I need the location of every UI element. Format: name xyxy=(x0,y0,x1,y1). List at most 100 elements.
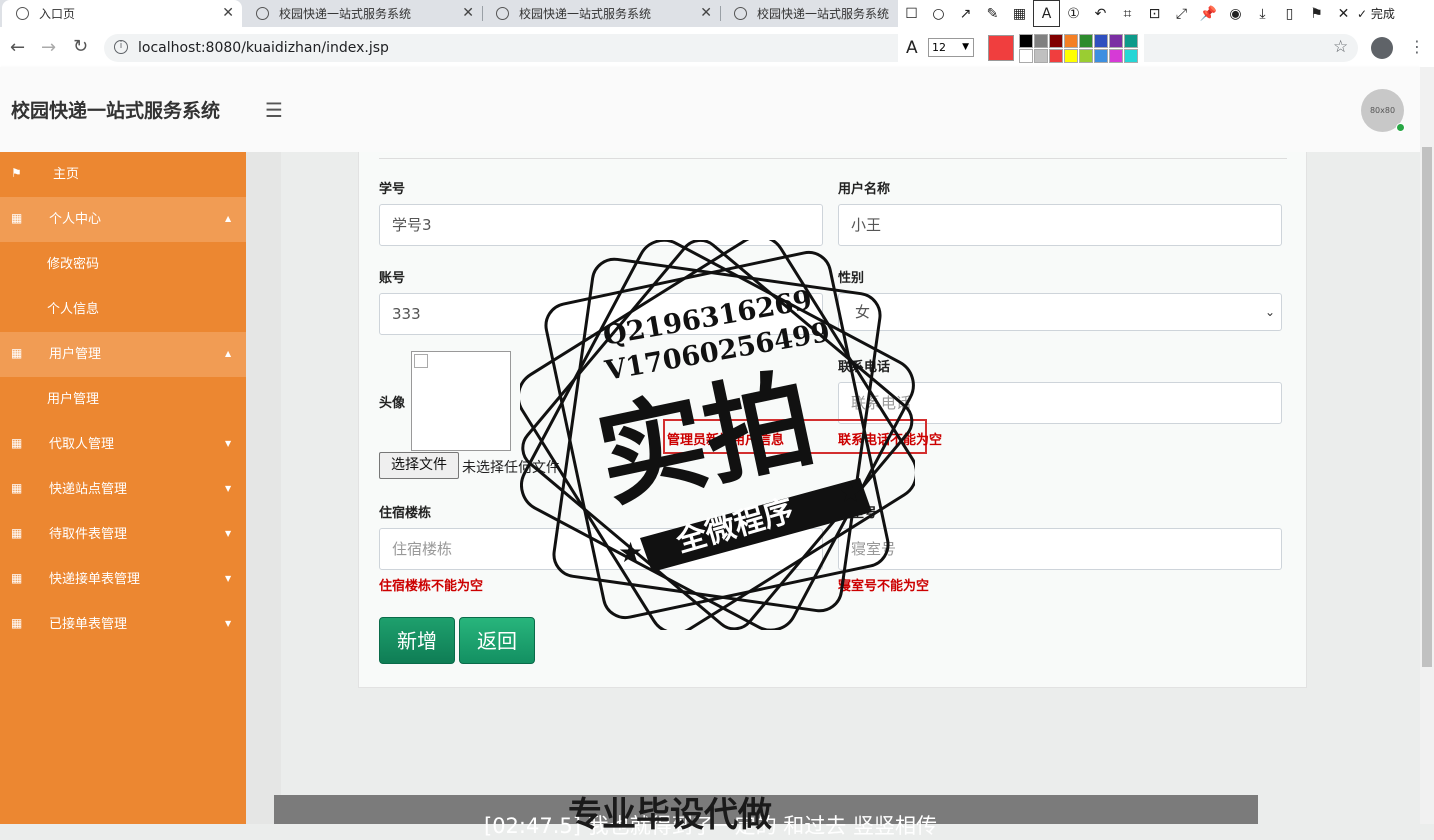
color-swatch[interactable] xyxy=(1019,34,1033,48)
sidebar-item-personal-info[interactable]: 个人信息 xyxy=(0,287,246,332)
pin-icon[interactable]: 📌 xyxy=(1195,0,1222,27)
grid-icon: ▦ xyxy=(11,436,23,450)
sidebar-item-label: 用户管理 xyxy=(47,392,100,407)
sidebar-item-label: 修改密码 xyxy=(47,257,100,272)
color-swatch[interactable] xyxy=(1124,34,1138,48)
font-size-value: 12 xyxy=(932,41,946,54)
globe-icon xyxy=(734,7,747,20)
tab-title: 校园快递一站式服务系统 xyxy=(279,7,412,21)
cancel-icon[interactable]: ✕ xyxy=(1330,0,1357,27)
divider xyxy=(379,158,1287,159)
broken-image-icon xyxy=(414,354,428,368)
chevron-down-icon: ⌄ xyxy=(1264,305,1275,319)
annotation-toolbar: ☐ ○ ↗ ✎ ▦ A ① ↶ ⌗ ⊡ ⤢ 📌 ◉ ⤓ ▯ ⚑ ✕ ✓ 完成 xyxy=(898,0,1434,27)
color-swatch[interactable] xyxy=(1109,34,1123,48)
sidebar-item-label: 快递站点管理 xyxy=(49,482,128,497)
font-size-select[interactable]: 12 ▼ xyxy=(928,38,974,57)
star-icon[interactable]: ☆ xyxy=(1333,37,1348,57)
sidebar-item-label: 快递接单表管理 xyxy=(49,572,141,587)
sidebar-item-label: 主页 xyxy=(53,167,80,182)
rectangle-icon[interactable]: ☐ xyxy=(898,0,925,27)
color-palette xyxy=(1019,34,1138,63)
color-swatch[interactable] xyxy=(1064,34,1078,48)
text-tool-icon[interactable]: A xyxy=(1033,0,1060,27)
sidebar-item-order-taking[interactable]: ▦ 快递接单表管理 ▼ xyxy=(0,557,246,602)
building-error: 住宿楼栋不能为空 xyxy=(379,579,484,594)
record-icon[interactable]: ◉ xyxy=(1222,0,1249,27)
close-icon[interactable]: ✕ xyxy=(462,5,474,21)
sidebar-item-user-management-sub[interactable]: 用户管理 xyxy=(0,377,246,422)
tab-title: 校园快递一站式服务系统 xyxy=(519,7,652,21)
undo-icon[interactable]: ↶ xyxy=(1087,0,1114,27)
color-swatch[interactable] xyxy=(1109,49,1123,63)
close-icon[interactable]: ✕ xyxy=(700,5,712,21)
online-status-dot xyxy=(1396,123,1405,132)
sidebar-item-label: 待取件表管理 xyxy=(49,527,128,542)
scrollbar-thumb[interactable] xyxy=(1422,147,1432,667)
color-swatch[interactable] xyxy=(1124,49,1138,63)
color-swatch[interactable] xyxy=(1019,49,1033,63)
arrow-icon[interactable]: ↗ xyxy=(952,0,979,27)
sidebar-item-label: 已接单表管理 xyxy=(49,617,128,632)
sidebar-item-station-management[interactable]: ▦ 快递站点管理 ▼ xyxy=(0,467,246,512)
circle-icon[interactable]: ○ xyxy=(925,0,952,27)
chevron-up-icon: ▲ xyxy=(225,214,232,223)
browser-tab-active[interactable]: 入口页 ✕ xyxy=(2,0,242,27)
app-title: 校园快递一站式服务系统 xyxy=(11,100,221,122)
color-swatch[interactable] xyxy=(1049,34,1063,48)
globe-icon xyxy=(496,7,509,20)
sidebar-item-change-password[interactable]: 修改密码 xyxy=(0,242,246,287)
phone-icon[interactable]: ▯ xyxy=(1276,0,1303,27)
number-marker-icon[interactable]: ① xyxy=(1060,0,1087,27)
font-icon: A xyxy=(906,38,918,58)
star-icon: ★ xyxy=(838,476,863,509)
sidebar-item-user-management[interactable]: ▦ 用户管理 ▲ xyxy=(0,332,246,377)
add-button[interactable]: 新增 xyxy=(379,617,455,664)
color-swatch[interactable] xyxy=(1049,49,1063,63)
choose-file-button[interactable]: 选择文件 xyxy=(379,452,459,479)
chevron-down-icon: ▼ xyxy=(225,619,232,628)
color-swatch[interactable] xyxy=(1034,49,1048,63)
sidebar-item-home[interactable]: ⚑ 主页 xyxy=(0,152,246,197)
chevron-up-icon: ▲ xyxy=(225,349,232,358)
more-menu-icon[interactable]: ⋮ xyxy=(1409,37,1425,56)
grid-icon: ▦ xyxy=(11,346,23,360)
color-swatch[interactable] xyxy=(1079,34,1093,48)
chevron-down-icon: ▼ xyxy=(962,42,969,52)
fullscreen-icon[interactable]: ⤢ xyxy=(1168,0,1195,27)
done-label: 完成 xyxy=(1370,7,1395,21)
color-swatch[interactable] xyxy=(1034,34,1048,48)
sidebar-item-personal-center[interactable]: ▦ 个人中心 ▲ xyxy=(0,197,246,242)
current-color-swatch[interactable] xyxy=(988,35,1014,61)
sidebar-item-accepted-orders[interactable]: ▦ 已接单表管理 ▼ xyxy=(0,602,246,647)
ocr-icon[interactable]: ⊡ xyxy=(1141,0,1168,27)
forward-icon[interactable]: → xyxy=(41,37,56,58)
hamburger-menu-icon[interactable]: ☰ xyxy=(265,100,283,120)
url-text[interactable]: localhost:8080/kuaidizhan/index.jsp xyxy=(138,38,389,58)
browser-tab[interactable]: 校园快递一站式服务系统 ✕ xyxy=(242,0,482,27)
color-swatch[interactable] xyxy=(1094,34,1108,48)
globe-icon xyxy=(256,7,269,20)
crop-icon[interactable]: ⌗ xyxy=(1114,0,1141,27)
reload-icon[interactable]: ↻ xyxy=(73,36,88,57)
profile-icon[interactable] xyxy=(1371,37,1393,59)
bookmark-icon[interactable]: ⚑ xyxy=(1303,0,1330,27)
sidebar-item-agent-management[interactable]: ▦ 代取人管理 ▼ xyxy=(0,422,246,467)
browser-tab[interactable]: 校园快递一站式服务系统 xyxy=(720,0,898,27)
mosaic-icon[interactable]: ▦ xyxy=(1006,0,1033,27)
pencil-icon[interactable]: ✎ xyxy=(979,0,1006,27)
back-icon[interactable]: ← xyxy=(10,37,25,58)
browser-tab[interactable]: 校园快递一站式服务系统 ✕ xyxy=(482,0,720,27)
sidebar-item-label: 用户管理 xyxy=(49,347,102,362)
sidebar-item-pending-pickup[interactable]: ▦ 待取件表管理 ▼ xyxy=(0,512,246,557)
sidebar-item-label: 代取人管理 xyxy=(49,437,115,452)
grid-icon: ▦ xyxy=(11,526,23,540)
chevron-down-icon: ▼ xyxy=(225,529,232,538)
download-icon[interactable]: ⤓ xyxy=(1249,0,1276,27)
done-button[interactable]: ✓ 完成 xyxy=(1357,0,1401,27)
color-swatch[interactable] xyxy=(1079,49,1093,63)
color-swatch[interactable] xyxy=(1064,49,1078,63)
close-icon[interactable]: ✕ xyxy=(222,5,234,21)
info-icon[interactable]: i xyxy=(114,40,128,54)
color-swatch[interactable] xyxy=(1094,49,1108,63)
